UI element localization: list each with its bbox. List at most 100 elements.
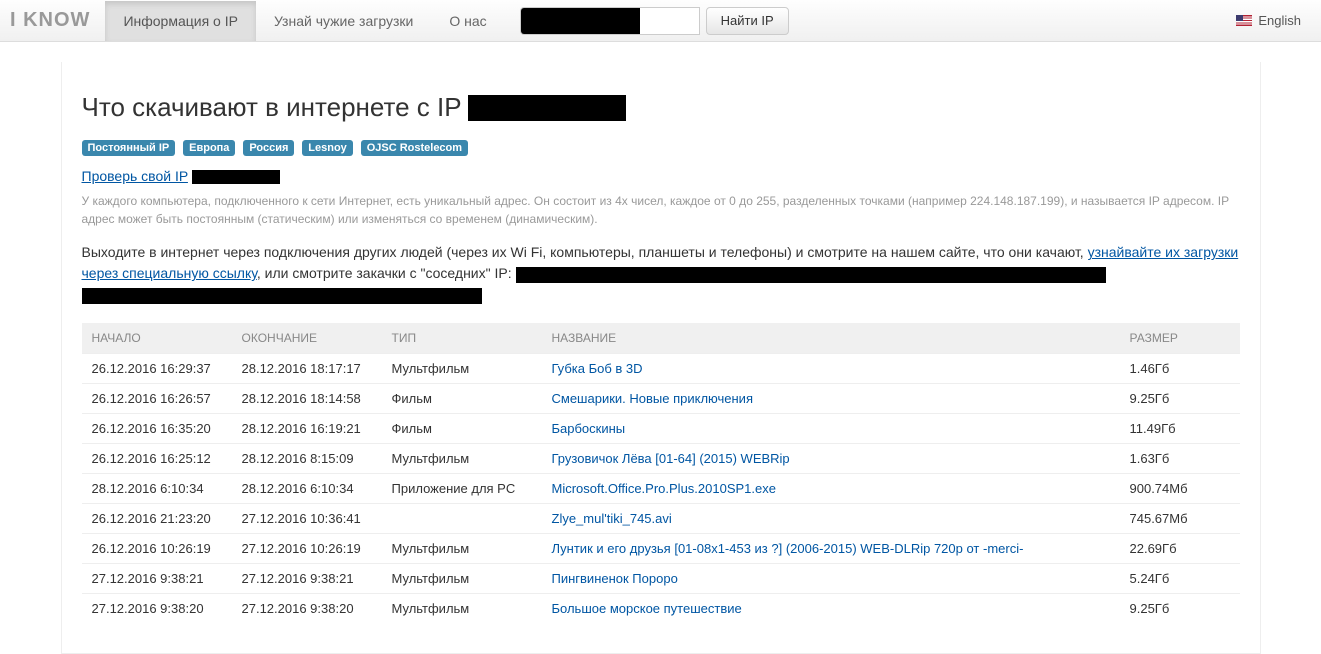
cell-start: 28.12.2016 6:10:34 [82,474,232,504]
table-body: 26.12.2016 16:29:3728.12.2016 18:17:17Му… [82,354,1240,624]
ip-description: У каждого компьютера, подключенного к се… [82,192,1240,228]
cell-end: 27.12.2016 9:38:21 [232,564,382,594]
nav-others-downloads[interactable]: Узнай чужие загрузки [256,1,431,41]
table-row: 27.12.2016 9:38:2127.12.2016 9:38:21Муль… [82,564,1240,594]
cell-size: 5.24Гб [1120,564,1240,594]
table-row: 27.12.2016 9:38:2027.12.2016 9:38:20Муль… [82,594,1240,624]
cell-name: Смешарики. Новые приключения [542,384,1120,414]
ip-search-group: Найти IP [520,7,789,35]
download-link[interactable]: Барбоскины [552,421,626,436]
cell-type: Мультфильм [382,564,542,594]
neighbor-ips-redacted-1 [516,267,1106,283]
cell-start: 26.12.2016 16:26:57 [82,384,232,414]
cell-end: 27.12.2016 10:26:19 [232,534,382,564]
cell-type: Мультфильм [382,444,542,474]
neighbor-paragraph: Выходите в интернет через подключения др… [82,242,1240,305]
downloads-table: НАЧАЛО ОКОНЧАНИЕ ТИП НАЗВАНИЕ РАЗМЕР 26.… [82,323,1240,623]
check-own-ip-row: Проверь свой IP [82,168,1240,184]
cell-start: 27.12.2016 9:38:21 [82,564,232,594]
ip-redacted [520,7,640,35]
para-text-before: Выходите в интернет через подключения др… [82,244,1088,260]
cell-name: Пингвиненок Пороро [542,564,1120,594]
table-header-row: НАЧАЛО ОКОНЧАНИЕ ТИП НАЗВАНИЕ РАЗМЕР [82,323,1240,354]
cell-type: Мультфильм [382,354,542,384]
language-switch[interactable]: English [1236,13,1311,28]
cell-size: 745.67Мб [1120,504,1240,534]
download-link[interactable]: Большое морское путешествие [552,601,742,616]
download-link[interactable]: Лунтик и его друзья [01-08x1-453 из ?] (… [552,541,1024,556]
cell-start: 27.12.2016 9:38:20 [82,594,232,624]
cell-end: 28.12.2016 6:10:34 [232,474,382,504]
cell-start: 26.12.2016 10:26:19 [82,534,232,564]
nav-about[interactable]: О нас [431,1,504,41]
cell-size: 22.69Гб [1120,534,1240,564]
cell-end: 27.12.2016 9:38:20 [232,594,382,624]
cell-name: Большое морское путешествие [542,594,1120,624]
cell-start: 26.12.2016 16:29:37 [82,354,232,384]
ip-redacted-heading [468,95,626,121]
page-title-text: Что скачивают в интернете с IP [82,92,462,123]
th-end: ОКОНЧАНИЕ [232,323,382,354]
th-size: РАЗМЕР [1120,323,1240,354]
label-lesnoy[interactable]: Lesnoy [302,140,353,156]
cell-end: 27.12.2016 10:36:41 [232,504,382,534]
cell-name: Грузовичок Лёва [01-64] (2015) WEBRip [542,444,1120,474]
ip-labels: Постоянный IP Европа Россия Lesnoy OJSC … [82,138,1240,156]
label-provider[interactable]: OJSC Rostelecom [361,140,468,156]
cell-end: 28.12.2016 18:14:58 [232,384,382,414]
cell-type [382,504,542,534]
table-row: 28.12.2016 6:10:3428.12.2016 6:10:34Прил… [82,474,1240,504]
label-static-ip[interactable]: Постоянный IP [82,140,176,156]
table-row: 26.12.2016 21:23:2027.12.2016 10:36:41 Zl… [82,504,1240,534]
cell-end: 28.12.2016 18:17:17 [232,354,382,384]
brand-logo[interactable]: I KNOW [10,9,105,32]
own-ip-redacted [192,170,280,184]
cell-name: Лунтик и его друзья [01-08x1-453 из ?] (… [542,534,1120,564]
cell-end: 28.12.2016 16:19:21 [232,414,382,444]
cell-start: 26.12.2016 21:23:20 [82,504,232,534]
table-row: 26.12.2016 16:26:5728.12.2016 18:14:58Фи… [82,384,1240,414]
cell-end: 28.12.2016 8:15:09 [232,444,382,474]
ip-input[interactable] [640,7,700,35]
cell-type: Фильм [382,384,542,414]
find-ip-button[interactable]: Найти IP [706,7,789,35]
para-text-after: , или смотрите закачки с "соседних" IP: [257,265,512,281]
cell-start: 26.12.2016 16:25:12 [82,444,232,474]
cell-name: Барбоскины [542,414,1120,444]
cell-size: 11.49Гб [1120,414,1240,444]
cell-type: Приложение для PC [382,474,542,504]
cell-name: Zlye_mul'tiki_745.avi [542,504,1120,534]
th-name: НАЗВАНИЕ [542,323,1120,354]
cell-size: 1.63Гб [1120,444,1240,474]
cell-type: Мультфильм [382,594,542,624]
download-link[interactable]: Грузовичок Лёва [01-64] (2015) WEBRip [552,451,790,466]
table-row: 26.12.2016 16:25:1228.12.2016 8:15:09Мул… [82,444,1240,474]
us-flag-icon [1236,15,1252,26]
table-row: 26.12.2016 16:29:3728.12.2016 18:17:17Му… [82,354,1240,384]
nav-ip-info[interactable]: Информация о IP [105,1,256,41]
main-container: Что скачивают в интернете с IP Постоянны… [61,62,1261,654]
th-start: НАЧАЛО [82,323,232,354]
neighbor-ips-redacted-2 [82,288,482,304]
table-row: 26.12.2016 16:35:2028.12.2016 16:19:21Фи… [82,414,1240,444]
navbar: I KNOW Информация о IP Узнай чужие загру… [0,0,1321,42]
cell-size: 900.74Мб [1120,474,1240,504]
cell-size: 9.25Гб [1120,594,1240,624]
download-link[interactable]: Zlye_mul'tiki_745.avi [552,511,672,526]
download-link[interactable]: Губка Боб в 3D [552,361,643,376]
label-russia[interactable]: Россия [243,140,294,156]
th-type: ТИП [382,323,542,354]
page-title: Что скачивают в интернете с IP [82,92,1240,123]
cell-type: Фильм [382,414,542,444]
label-europe[interactable]: Европа [183,140,235,156]
check-own-ip-link[interactable]: Проверь свой IP [82,168,188,184]
download-link[interactable]: Microsoft.Office.Pro.Plus.2010SP1.exe [552,481,776,496]
cell-size: 1.46Гб [1120,354,1240,384]
cell-start: 26.12.2016 16:35:20 [82,414,232,444]
table-row: 26.12.2016 10:26:1927.12.2016 10:26:19Му… [82,534,1240,564]
cell-name: Губка Боб в 3D [542,354,1120,384]
download-link[interactable]: Смешарики. Новые приключения [552,391,754,406]
cell-name: Microsoft.Office.Pro.Plus.2010SP1.exe [542,474,1120,504]
cell-size: 9.25Гб [1120,384,1240,414]
download-link[interactable]: Пингвиненок Пороро [552,571,678,586]
